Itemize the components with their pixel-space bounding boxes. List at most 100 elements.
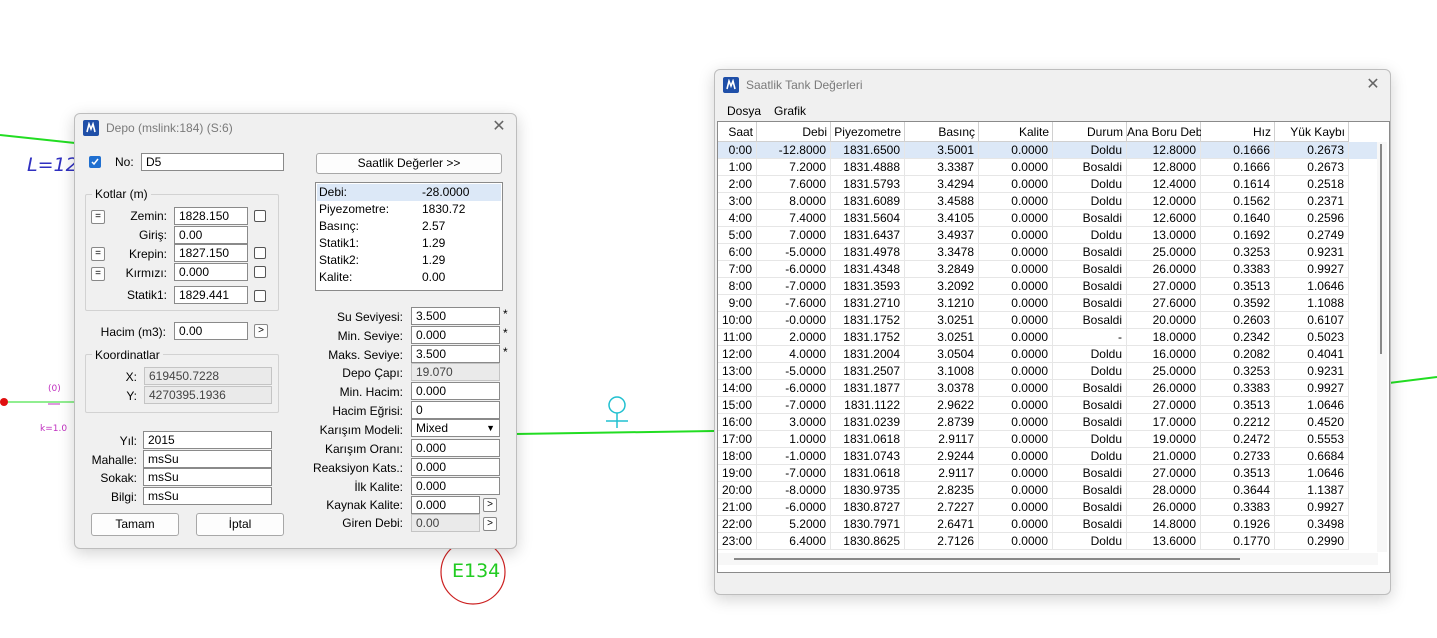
mahalle-field[interactable]: msSu (143, 450, 272, 468)
table-row[interactable]: 6:00 -5.0000 1831.4978 3.3478 0.0000 Bosaldi 2… (718, 244, 1378, 261)
table-row[interactable]: 19:00 -7.0000 1831.0618 2.9117 0.0000 Bosaldi… (718, 465, 1378, 482)
min-seviye-field[interactable]: 0.000 (411, 326, 500, 344)
table-row[interactable]: 13:00 -5.0000 1831.2507 3.1008 0.0000 Doldu 25… (718, 363, 1378, 380)
tamam-button[interactable]: Tamam (91, 513, 179, 536)
no-label: No: (115, 155, 134, 169)
tank-window-titlebar[interactable]: Saatlik Tank Değerleri ✕ (715, 70, 1390, 100)
table-row[interactable]: 20:00 -8.0000 1830.9735 2.8235 0.0000 Bosaldi… (718, 482, 1378, 499)
column-header[interactable]: Hız (1201, 122, 1275, 142)
krepin-checkbox[interactable] (254, 247, 266, 259)
column-header[interactable]: Basınç (905, 122, 979, 142)
horizontal-scroll-thumb[interactable] (734, 558, 1240, 560)
close-icon[interactable]: ✕ (492, 119, 506, 135)
table-row[interactable]: 5:00 7.0000 1831.6437 3.4937 0.0000 Doldu 13.0… (718, 227, 1378, 244)
su-seviyesi-field[interactable]: 3.500 (411, 307, 500, 325)
karisim-orani-field[interactable]: 0.000 (411, 439, 500, 457)
menu-grafik[interactable]: Grafik (774, 104, 806, 118)
column-header[interactable]: Piyezometre (831, 122, 905, 142)
bilgi-field[interactable]: msSu (143, 487, 272, 505)
k-coefficient-label: k=1.0 (40, 424, 68, 434)
table-row[interactable]: 16:00 3.0000 1831.0239 2.8739 0.0000 Bosaldi 1… (718, 414, 1378, 431)
column-header[interactable]: Durum (1053, 122, 1127, 142)
column-header[interactable]: Saat (718, 122, 757, 142)
menu-dosya[interactable]: Dosya (727, 104, 761, 118)
table-cell: 27.0000 (1127, 278, 1201, 295)
hacim-field[interactable]: 0.00 (174, 322, 248, 340)
table-row[interactable]: 8:00 -7.0000 1831.3593 3.2092 0.0000 Bosaldi 2… (718, 278, 1378, 295)
reaksiyon-field[interactable]: 0.000 (411, 458, 500, 476)
table-cell: 1831.4888 (831, 159, 905, 176)
table-row[interactable]: 12:00 4.0000 1831.2004 3.0504 0.0000 Doldu 16.… (718, 346, 1378, 363)
table-row[interactable]: 9:00 -7.6000 1831.2710 3.1210 0.0000 Bosaldi 2… (718, 295, 1378, 312)
no-field[interactable]: D5 (141, 153, 284, 171)
table-cell: 1831.0618 (831, 465, 905, 482)
vertical-scrollbar[interactable] (1377, 142, 1387, 552)
table-cell: 16:00 (718, 414, 757, 431)
ilk-kalite-field[interactable]: 0.000 (411, 477, 500, 495)
table-row[interactable]: 3:00 8.0000 1831.6089 3.4588 0.0000 Doldu 12.0… (718, 193, 1378, 210)
kaynak-kalite-field[interactable]: 0.000 (411, 496, 480, 514)
depo-dialog: Depo (mslink:184) (S:6) ✕ No: D5 Saatlik… (74, 113, 517, 549)
table-row[interactable]: 11:00 2.0000 1831.1752 3.0251 0.0000-18.0000… (718, 329, 1378, 346)
table-cell: -7.0000 (757, 278, 831, 295)
table-row[interactable]: 14:00 -6.0000 1831.1877 3.0378 0.0000 Bosaldi… (718, 380, 1378, 397)
horizontal-scrollbar[interactable] (718, 553, 1378, 565)
krepin-equal-button[interactable]: = (91, 247, 105, 261)
saatlik-degerler-button[interactable]: Saatlik Değerler >> (316, 153, 502, 174)
table-row[interactable]: 18:00 -1.0000 1831.0743 2.9244 0.0000 Doldu 21… (718, 448, 1378, 465)
table-cell: 0.9927 (1275, 261, 1349, 278)
table-cell: 1.1387 (1275, 482, 1349, 499)
statik1-field[interactable]: 1829.441 (174, 286, 248, 304)
table-row[interactable]: 10:00 -0.0000 1831.1752 3.0251 0.0000 Bosaldi… (718, 312, 1378, 329)
table-row[interactable]: 22:00 5.2000 1830.7971 2.6471 0.0000 Bosaldi 1… (718, 516, 1378, 533)
maks-seviye-field[interactable]: 3.500 (411, 345, 500, 363)
table-cell: 19.0000 (1127, 431, 1201, 448)
krepin-field[interactable]: 1827.150 (174, 244, 248, 262)
table-row[interactable]: 4:00 7.4000 1831.5604 3.4105 0.0000 Bosaldi 12… (718, 210, 1378, 227)
table-row[interactable]: 2:00 7.6000 1831.5793 3.4294 0.0000 Doldu 12.4… (718, 176, 1378, 193)
table-cell: 0.0000 (979, 516, 1053, 533)
table-cell: 4:00 (718, 210, 757, 227)
column-header[interactable]: Debi (757, 122, 831, 142)
kaynak-kalite-button[interactable]: > (483, 498, 497, 512)
table-cell: Bosaldi (1053, 210, 1127, 227)
zemin-checkbox[interactable] (254, 210, 266, 222)
kirmizi-checkbox[interactable] (254, 266, 266, 278)
karisim-modeli-value: Mixed (416, 421, 449, 435)
min-hacim-field[interactable]: 0.000 (411, 382, 500, 400)
table-row[interactable]: 23:00 6.4000 1830.8625 2.7126 0.0000 Doldu 13.… (718, 533, 1378, 550)
sokak-field[interactable]: msSu (143, 468, 272, 486)
table-row[interactable]: 1:00 7.2000 1831.4888 3.3387 0.0000 Bosaldi 12… (718, 159, 1378, 176)
giren-debi-button[interactable]: > (483, 517, 497, 531)
table-row[interactable]: 15:00 -7.0000 1831.1122 2.9622 0.0000 Bosaldi… (718, 397, 1378, 414)
table-cell: 7:00 (718, 261, 757, 278)
statik1-checkbox[interactable] (254, 290, 266, 302)
table-cell: 22:00 (718, 516, 757, 533)
iptal-button[interactable]: İptal (196, 513, 284, 536)
zemin-field[interactable]: 1828.150 (174, 207, 248, 225)
zemin-equal-button[interactable]: = (91, 210, 105, 224)
column-header[interactable]: Kalite (979, 122, 1053, 142)
column-header[interactable]: Yük Kaybı (1275, 122, 1349, 142)
table-cell: 0.3513 (1201, 397, 1275, 414)
kirmizi-field[interactable]: 0.000 (174, 263, 248, 281)
column-header[interactable]: Ana Boru Deb (1127, 122, 1202, 142)
table-row[interactable]: 21:00 -6.0000 1830.8727 2.7227 0.0000 Bosaldi… (718, 499, 1378, 516)
table-row[interactable]: 7:00 -6.0000 1831.4348 3.2849 0.0000 Bosaldi 2… (718, 261, 1378, 278)
giris-field[interactable]: 0.00 (174, 226, 248, 244)
no-checkbox[interactable] (89, 156, 101, 168)
hacim-calc-button[interactable]: > (254, 324, 268, 338)
hacim-egrisi-field[interactable]: 0 (411, 401, 500, 419)
karisim-modeli-select[interactable]: Mixed ▼ (411, 419, 500, 437)
kirmizi-equal-button[interactable]: = (91, 267, 105, 281)
depo-titlebar[interactable]: Depo (mslink:184) (S:6) ✕ (75, 114, 516, 142)
table-cell: 0.0000 (979, 533, 1053, 550)
table-cell: 12.8000 (1127, 159, 1201, 176)
close-icon[interactable]: ✕ (1366, 77, 1380, 93)
vertical-scroll-thumb[interactable] (1380, 144, 1382, 354)
table-row[interactable]: 17:00 1.0000 1831.0618 2.9117 0.0000 Doldu 19.… (718, 431, 1378, 448)
table-cell: 0.0000 (979, 227, 1053, 244)
table-row[interactable]: 0:00 -12.8000 1831.6500 3.5001 0.0000 Doldu 12… (718, 142, 1378, 159)
yil-field[interactable]: 2015 (143, 431, 272, 449)
table-cell: 0.1640 (1201, 210, 1275, 227)
